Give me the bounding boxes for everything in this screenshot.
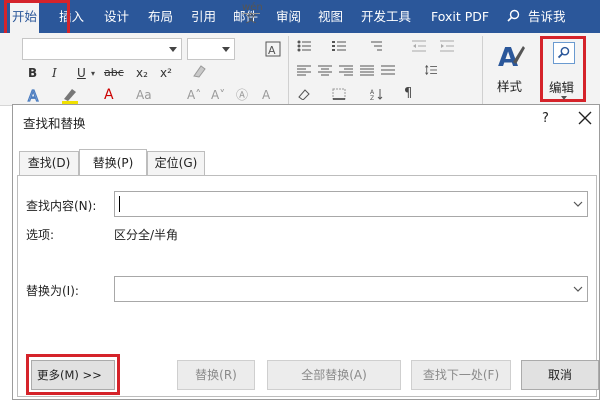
search-icon[interactable]	[553, 42, 575, 64]
bullets-icon[interactable]	[297, 40, 311, 52]
styles-label[interactable]: 样式	[497, 76, 522, 95]
chevron-down-icon[interactable]	[569, 277, 587, 301]
text-caret	[119, 196, 120, 212]
chevron-down-icon	[561, 96, 567, 100]
find-what-input[interactable]	[114, 191, 588, 217]
chevron-down-icon	[222, 47, 230, 52]
options-value: 区分全/半角	[114, 228, 179, 242]
tab-foxit-pdf[interactable]: Foxit PDF	[429, 0, 491, 33]
ribbon-separator	[288, 36, 289, 104]
replace-with-label: 替换为(I):	[26, 284, 79, 298]
show-marks-icon[interactable]: ¶	[404, 86, 412, 102]
svg-text:A: A	[28, 87, 39, 104]
underline-button[interactable]: U	[77, 64, 86, 82]
align-left-icon[interactable]	[297, 65, 311, 77]
font-grow-icon[interactable]: Aa	[136, 87, 152, 103]
tab-references[interactable]: 引用	[189, 0, 218, 33]
styles-icon[interactable]: A	[497, 40, 527, 72]
ribbon-separator	[482, 36, 483, 104]
clear-format-icon[interactable]	[190, 62, 208, 80]
align-center-icon[interactable]	[318, 65, 332, 77]
tab-layout[interactable]: 布局	[146, 0, 175, 33]
search-icon[interactable]	[507, 9, 520, 22]
options-label: 选项:	[26, 228, 55, 242]
chevron-down-icon[interactable]	[569, 192, 587, 216]
replace-all-button[interactable]: 全部替换(A)	[267, 360, 401, 390]
editing-label[interactable]: 编辑	[549, 77, 574, 96]
subscript-button[interactable]: x₂	[136, 64, 148, 82]
phonetic-guide-button[interactable]: wén 文	[242, 3, 263, 24]
tab-design[interactable]: 设计	[102, 0, 131, 33]
tab-developer[interactable]: 开发工具	[359, 0, 413, 33]
decrease-indent-icon[interactable]	[412, 40, 426, 52]
borders-icon[interactable]	[332, 88, 346, 100]
cancel-button[interactable]: 取消	[521, 360, 599, 390]
enclose-char-icon[interactable]: Ⓐ	[236, 87, 248, 103]
tab-view[interactable]: 视图	[316, 0, 345, 33]
replace-button[interactable]: 替换(R)	[177, 360, 255, 390]
dialog-tabs: 查找(D) 替换(P) 定位(G)	[13, 149, 600, 175]
strikethrough-button[interactable]: abc	[104, 64, 124, 82]
tab-insert[interactable]: 插入	[57, 0, 86, 33]
tell-me-box[interactable]: 告诉我	[526, 0, 568, 33]
font-name-combo[interactable]	[22, 38, 182, 60]
italic-button[interactable]: I	[52, 64, 57, 82]
chevron-down-icon	[169, 47, 177, 52]
superscript-button[interactable]: x²	[160, 64, 172, 82]
highlighter-icon[interactable]	[60, 86, 80, 104]
line-spacing-icon[interactable]	[424, 64, 438, 76]
svg-text:A: A	[498, 43, 518, 72]
tab-home[interactable]: 开始	[10, 0, 40, 33]
shrink-font-icon[interactable]: A˅	[211, 87, 225, 103]
tab-replace[interactable]: 替换(P)	[79, 149, 147, 175]
grow-font-icon[interactable]: A˄	[187, 87, 201, 103]
distributed-icon[interactable]	[381, 65, 395, 77]
help-button[interactable]: ?	[542, 111, 549, 126]
increase-indent-icon[interactable]	[440, 40, 454, 52]
text-effects-icon[interactable]: A	[26, 86, 44, 104]
font-size-combo[interactable]	[187, 38, 235, 60]
more-button[interactable]: 更多(M) >>	[31, 360, 115, 390]
find-replace-dialog: 查找和替换 ? 查找(D) 替换(P) 定位(G) 查找内容(N): 选项: 区…	[12, 104, 600, 400]
dialog-title: 查找和替换	[23, 116, 86, 131]
shading-icon[interactable]	[297, 88, 311, 100]
find-next-button[interactable]: 查找下一处(F)	[411, 360, 511, 390]
tab-find[interactable]: 查找(D)	[19, 151, 79, 175]
numbering-icon[interactable]	[332, 40, 346, 52]
char-shading-icon[interactable]: A	[262, 87, 270, 103]
multilevel-list-icon[interactable]	[368, 40, 382, 52]
chevron-down-icon[interactable]: ▾	[91, 66, 95, 82]
find-what-label: 查找内容(N):	[26, 199, 97, 213]
justify-icon[interactable]	[360, 65, 374, 77]
replace-with-input[interactable]	[114, 276, 588, 302]
svg-text:A: A	[268, 44, 276, 57]
tab-goto[interactable]: 定位(G)	[147, 151, 205, 175]
close-icon[interactable]	[577, 110, 593, 126]
font-color-icon[interactable]: A	[104, 87, 114, 103]
border-chars-icon[interactable]: A	[264, 40, 282, 58]
svg-text:Z: Z	[370, 95, 374, 100]
bold-button[interactable]: B	[28, 64, 37, 82]
align-right-icon[interactable]	[339, 65, 353, 77]
ribbon-tab-bar: 开始 插入 设计 布局 引用 邮件 审阅 视图 开发工具 Foxit PDF 告…	[0, 0, 600, 33]
tab-review[interactable]: 审阅	[274, 0, 303, 33]
phonetic-bottom: 文	[242, 13, 260, 24]
sort-icon[interactable]: AZ	[370, 88, 384, 100]
